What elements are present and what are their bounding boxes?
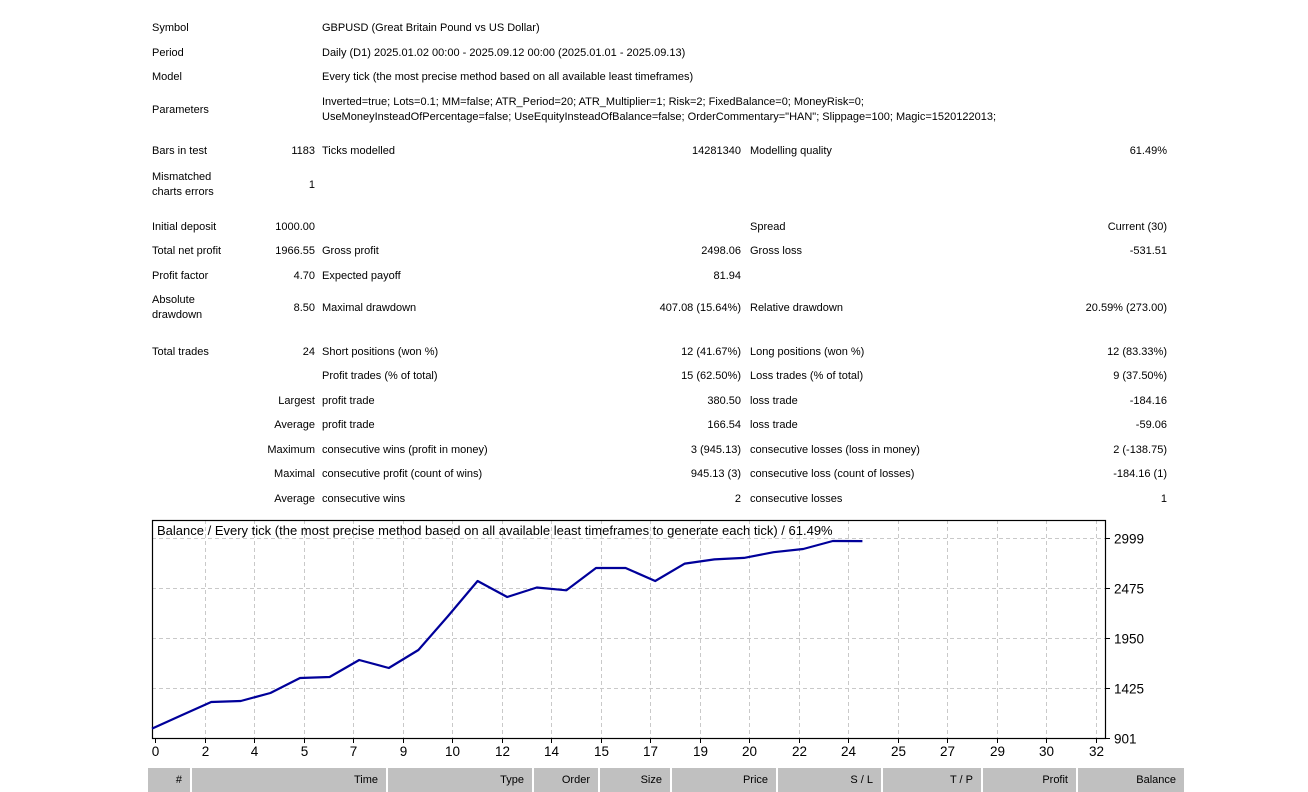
y-tick-label: 1950 (1114, 632, 1144, 647)
x-tick-label: 24 (841, 744, 857, 759)
x-tick-label: 32 (1089, 744, 1104, 759)
trades-table-header: #TimeTypeOrderSizePriceS / LT / PProfitB… (148, 768, 1184, 792)
trades-header-type: Type (388, 768, 532, 792)
y-tick-label: 2999 (1114, 532, 1144, 547)
trades-header-profit: Profit (983, 768, 1076, 792)
x-tick-label: 14 (544, 744, 560, 759)
y-tick-label: 1425 (1114, 682, 1144, 697)
x-tick-label: 4 (251, 744, 259, 759)
strategy-tester-report: SymbolGBPUSD (Great Britain Pound vs US … (0, 0, 1308, 792)
chart-title: Balance / Every tick (the most precise m… (157, 523, 833, 538)
x-tick-label: 17 (643, 744, 658, 759)
x-tick-label: 30 (1039, 744, 1054, 759)
x-tick-label: 20 (742, 744, 757, 759)
trades-header-sl: S / L (778, 768, 881, 792)
trades-header-size: Size (600, 768, 670, 792)
trades-header-order: Order (534, 768, 598, 792)
x-tick-label: 0 (152, 744, 160, 759)
x-tick-label: 29 (990, 744, 1005, 759)
x-tick-label: 9 (400, 744, 408, 759)
x-tick-label: 5 (301, 744, 309, 759)
balance-line (152, 541, 862, 729)
x-tick-label: 2 (202, 744, 210, 759)
chart-border (153, 521, 1106, 739)
trades-header-time: Time (192, 768, 386, 792)
x-tick-label: 12 (495, 744, 510, 759)
x-tick-label: 19 (693, 744, 708, 759)
trades-header-balance: Balance (1078, 768, 1184, 792)
x-tick-label: 27 (940, 744, 955, 759)
x-tick-label: 10 (445, 744, 460, 759)
x-tick-label: 22 (792, 744, 807, 759)
x-tick-label: 15 (594, 744, 609, 759)
balance-chart: 2999247519501425901024579101214151719202… (0, 0, 1308, 775)
trades-header-tp: T / P (883, 768, 981, 792)
x-tick-label: 25 (891, 744, 906, 759)
y-tick-label: 2475 (1114, 582, 1144, 597)
trades-header-: # (148, 768, 190, 792)
trades-header-price: Price (672, 768, 776, 792)
balance-chart-svg: 2999247519501425901024579101214151719202… (0, 0, 1308, 770)
y-tick-label: 901 (1114, 732, 1137, 747)
x-tick-label: 7 (350, 744, 358, 759)
